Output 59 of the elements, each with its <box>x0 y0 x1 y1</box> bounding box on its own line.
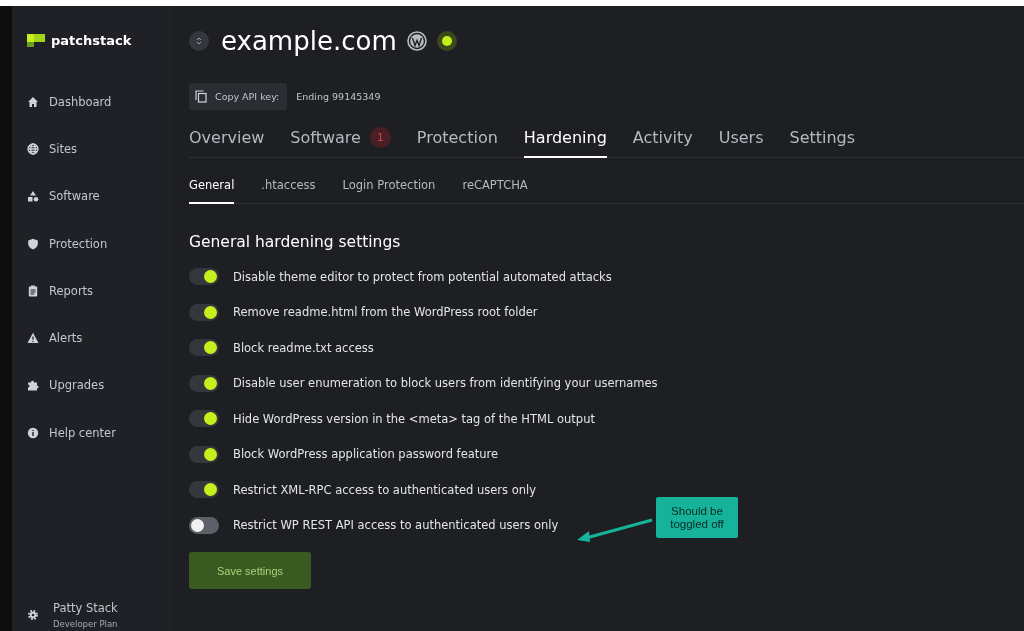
setting-label: Disable user enumeration to block users from identifying your usernames <box>233 376 658 391</box>
sidebar-item[interactable]: Upgrades <box>27 361 170 410</box>
copy-icon <box>195 90 207 103</box>
sidebar-item[interactable]: Reports <box>27 267 170 315</box>
tab[interactable]: Users <box>718 121 764 158</box>
setting-label: Disable theme editor to protect from potential automated attacks <box>233 269 612 284</box>
sidebar-item[interactable]: Software <box>27 172 170 220</box>
subtab[interactable]: .htaccess <box>261 174 316 204</box>
toggle-switch[interactable] <box>189 410 219 428</box>
info-icon <box>27 426 39 439</box>
setting-label: Block readme.txt access <box>233 340 374 355</box>
setting-label: Restrict WP REST API access to authenticated users only <box>233 518 559 533</box>
warning-icon <box>27 332 39 345</box>
setting-label: Block WordPress application password feature <box>233 447 499 462</box>
sidebar-item[interactable]: Protection <box>27 219 170 268</box>
toggle-switch[interactable] <box>189 339 219 357</box>
sidebar-item[interactable]: Help center <box>27 409 170 457</box>
toggle-switch[interactable] <box>189 374 219 392</box>
globe-icon <box>27 142 39 155</box>
tab[interactable]: Hardening <box>523 121 607 158</box>
setting-label: Remove readme.html from the WordPress root folder <box>233 305 538 320</box>
toggle-switch[interactable] <box>189 481 219 499</box>
section-title: General hardening settings <box>189 233 402 251</box>
tab[interactable]: Overview <box>189 121 265 158</box>
count-badge: 1 <box>369 127 391 148</box>
sidebar-item[interactable]: Sites <box>27 125 170 173</box>
setting-label: Restrict XML-RPC access to authenticated users only <box>233 482 536 497</box>
wordpress-icon <box>406 31 427 51</box>
subtab[interactable]: reCAPTCHA <box>462 174 528 204</box>
site-switcher-button[interactable] <box>189 31 209 51</box>
shapes-icon <box>27 190 39 203</box>
tab[interactable]: Protection <box>416 121 498 158</box>
sidebar-item[interactable]: Dashboard <box>27 78 170 126</box>
tab[interactable]: Activity <box>632 121 693 158</box>
subtab[interactable]: General <box>189 174 235 204</box>
user-name: Patty Stack <box>53 601 118 615</box>
copy-api-key-button[interactable]: Copy API key: <box>189 83 288 110</box>
toggle-switch[interactable] <box>189 268 219 286</box>
logo-icon <box>27 34 45 47</box>
api-key-ending: Ending 99145349 <box>296 91 381 102</box>
tab[interactable]: Settings <box>789 121 856 158</box>
puzzle-icon <box>27 379 39 392</box>
tab[interactable]: Software 1 <box>290 121 391 158</box>
toggle-switch[interactable] <box>189 303 219 321</box>
settings-icon[interactable] <box>27 609 39 621</box>
toggle-switch[interactable] <box>189 516 219 534</box>
home-icon <box>27 95 39 108</box>
sidebar-item[interactable]: Alerts <box>27 314 170 362</box>
chevron-updown-icon <box>195 36 203 46</box>
save-settings-button[interactable]: Save settings <box>189 552 311 589</box>
setting-label: Hide WordPress version in the <meta> tag of the HTML output <box>233 411 595 426</box>
subtab[interactable]: Login Protection <box>342 174 436 204</box>
user-plan: Developer Plan <box>53 619 118 629</box>
annotation-callout: Should be toggled off <box>656 497 738 538</box>
logo-text: patchstack <box>51 33 132 48</box>
site-title: example.com <box>221 26 397 56</box>
clipboard-icon <box>27 284 39 297</box>
shield-icon <box>27 237 39 250</box>
toggle-switch[interactable] <box>189 445 219 463</box>
